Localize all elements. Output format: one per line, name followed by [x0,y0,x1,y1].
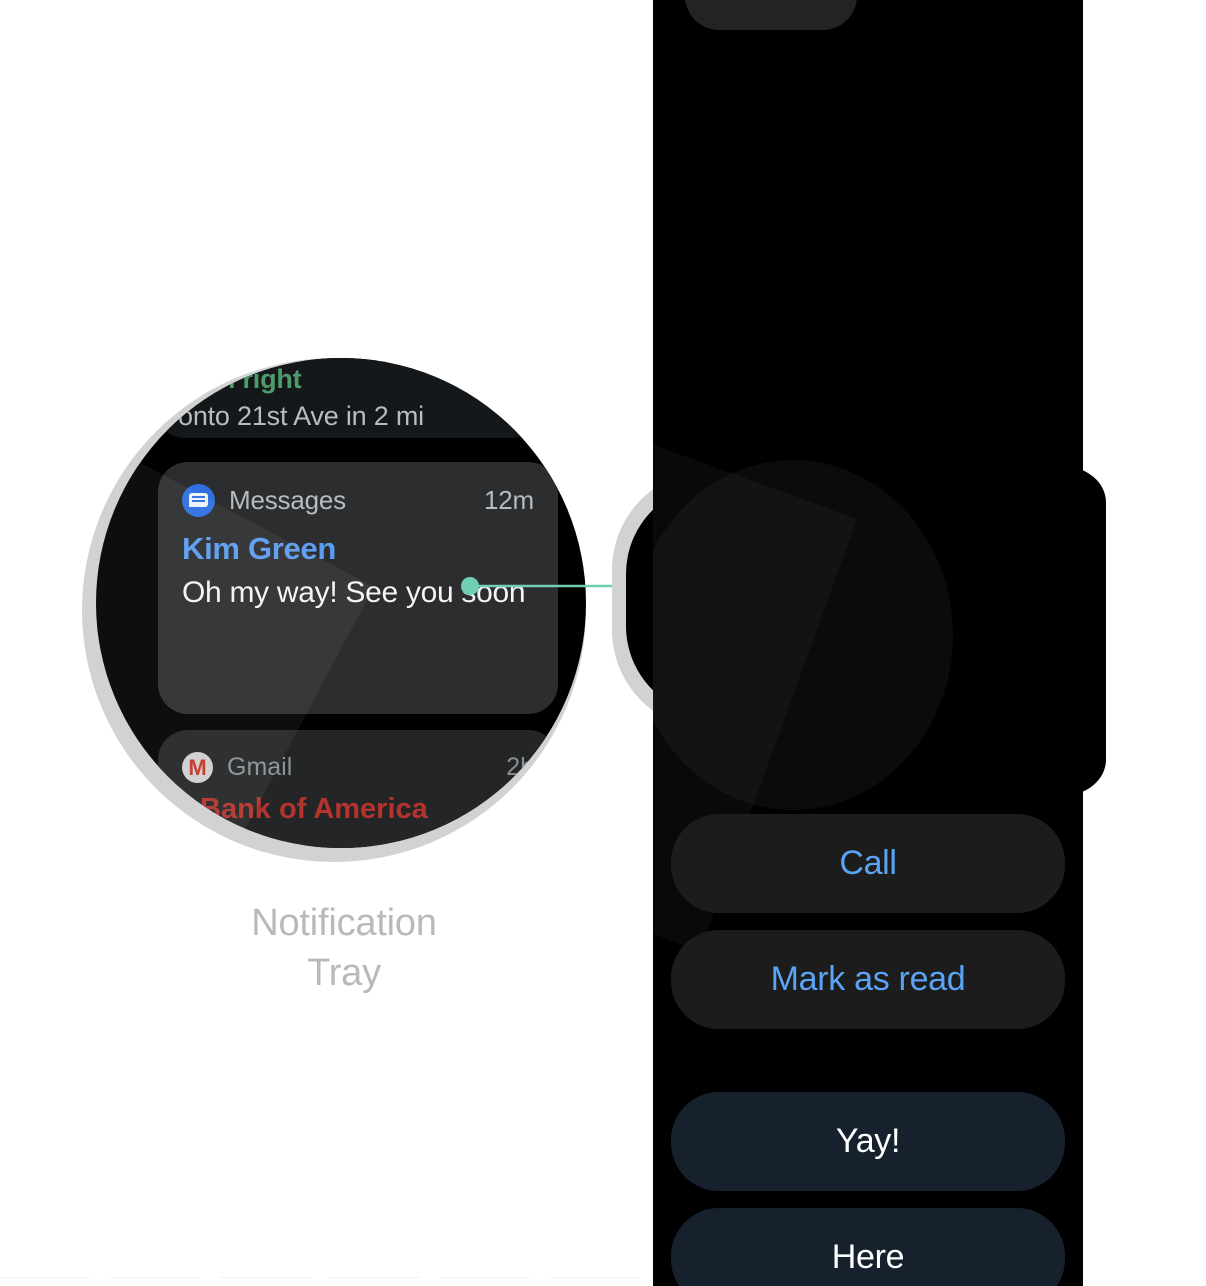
action-button-label: Mark as read [770,960,966,998]
navigation-headline: Turn right [178,364,302,394]
action-button-label: Call [839,844,897,882]
lens-ghost-overlay [653,460,953,810]
notification-timestamp: 12m [484,485,534,515]
connector-dot [461,577,479,595]
notification-sender: Kim Green [182,531,337,566]
action-button-mark-as-read[interactable]: Mark as read [671,930,1065,1029]
watch-body-right-bulge [1062,466,1106,796]
gmail-body: Bank of America [200,793,428,825]
gmail-icon: M [182,752,213,783]
notification-card-navigation[interactable]: Turn right onto 21st Ave in 2 mi [158,358,538,438]
caption-line-2: Tray [307,952,381,995]
gmail-header: M Gmail 2h [182,752,534,783]
messages-icon [182,484,215,517]
action-button-label: Here [831,1238,905,1276]
chat-bubble-partial[interactable] [685,0,857,30]
watch-conversation-screen: G’morning! G'morning! Let’s meet up! I'l… [653,0,1083,1286]
caption-notification-tray: Notification Tray [194,898,494,998]
navigation-subline: onto 21st Ave in 2 mi [178,401,424,431]
gmail-app-name: Gmail [227,753,293,781]
caption-line-1: Notification [251,902,437,944]
action-button-yay[interactable]: Yay! [671,1092,1065,1191]
notification-header: Messages 12m [182,484,534,517]
action-button-call[interactable]: Call [671,814,1065,913]
notification-app-name: Messages [229,485,346,515]
action-button-here[interactable]: Here [671,1208,1065,1286]
screenshot-root: Turn right onto 21st Ave in 2 mi Message… [0,0,1206,1286]
action-button-label: Yay! [835,1122,901,1160]
notification-card-gmail[interactable]: M Gmail 2h Bank of America [158,730,558,848]
gmail-timestamp: 2h [506,753,534,781]
gmail-icon-glyph: M [188,754,207,780]
bottom-guide-rule [0,1277,653,1278]
watch-magnifier: Turn right onto 21st Ave in 2 mi Message… [82,358,586,862]
